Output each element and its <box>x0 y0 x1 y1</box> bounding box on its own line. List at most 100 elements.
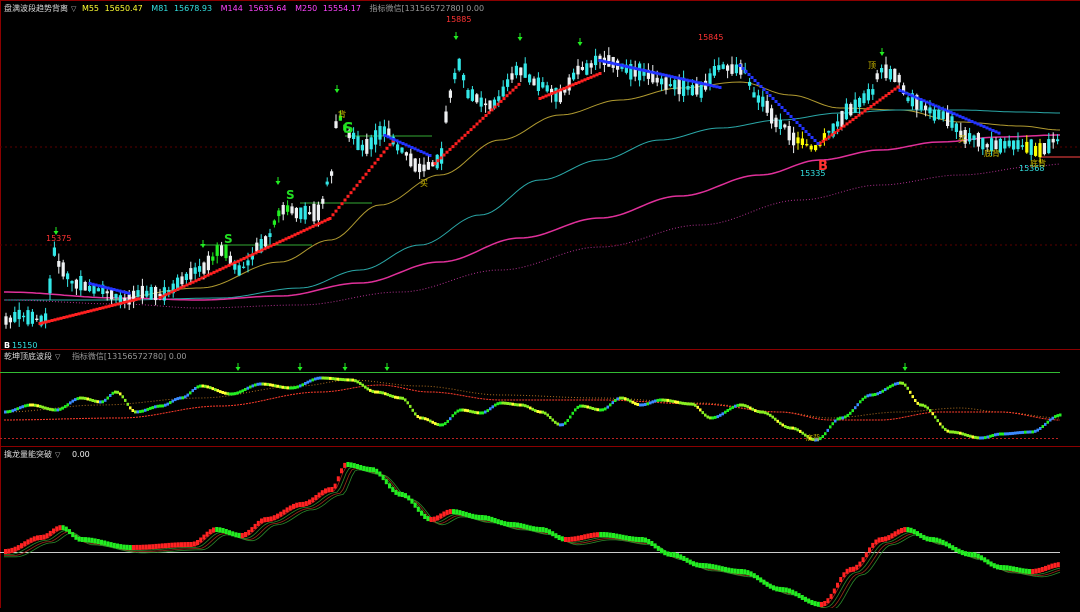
candle-body <box>52 247 56 256</box>
candle-body <box>404 152 408 156</box>
trend-up-dot <box>556 89 560 93</box>
osc-dot <box>569 415 572 419</box>
candle-body <box>519 67 523 76</box>
osc-dot <box>276 384 279 388</box>
candle-body <box>321 198 325 204</box>
vol-block <box>919 533 923 539</box>
osc-dot <box>601 408 604 412</box>
osc-dot <box>366 387 369 391</box>
osc-panel-header[interactable]: 乾坤顶底波段 ▽ 指标微信[13156572780] 0.00 <box>4 350 190 364</box>
vol-block <box>583 534 587 540</box>
vol-block <box>74 534 78 540</box>
vol-block <box>256 520 260 526</box>
trend-up-dot <box>119 301 123 305</box>
trend-up-dot <box>89 309 93 313</box>
vol-block <box>442 511 446 517</box>
candle-body <box>1042 143 1046 155</box>
vol-block <box>509 522 513 527</box>
osc-indicator-name[interactable]: 乾坤顶底波段 <box>4 352 52 361</box>
osc-dot <box>1031 430 1034 434</box>
candle-body <box>770 108 774 124</box>
trend-up-dot <box>538 97 542 100</box>
price-label: 15845 <box>698 33 723 42</box>
trend-down-dot <box>100 285 104 288</box>
vol-block <box>528 525 532 531</box>
osc-dot <box>126 402 129 406</box>
trend-down-dot <box>783 109 787 112</box>
vol-block <box>343 462 347 468</box>
osc-dot <box>641 403 644 407</box>
price-label: 15150 <box>12 341 37 350</box>
vol-block <box>852 566 855 572</box>
trend-down-dot <box>398 140 402 144</box>
vol-indicator-name[interactable]: 擒龙量能突破 <box>4 450 52 459</box>
chart-canvas[interactable]: 153751588515845151501533515368SSSBB背买顶底背… <box>0 0 1080 611</box>
osc-dot <box>454 411 457 415</box>
trend-down-dot <box>386 135 390 139</box>
osc-dot <box>626 398 629 402</box>
ma144-label: M144 15635.64 <box>220 4 287 13</box>
candle-body <box>35 318 39 320</box>
osc-dot <box>1029 430 1032 434</box>
candle-body <box>426 161 430 170</box>
osc-dot <box>89 398 92 402</box>
osc-dot <box>344 378 347 382</box>
trend-down-dot <box>795 121 799 124</box>
osc-dot <box>24 404 27 408</box>
vol-block <box>381 475 385 481</box>
osc-dot <box>939 422 942 426</box>
candle-body <box>140 285 144 299</box>
vol-block <box>519 523 523 529</box>
candle-body <box>673 80 677 90</box>
osc-dot <box>579 404 582 408</box>
osc-dot <box>349 378 352 382</box>
chart-stage[interactable]: 15375 15885 15845 15150 15335 15368 S S S B B 背买顶底背… <box>0 0 1080 611</box>
vol-block <box>672 552 676 558</box>
trend-up-dot <box>499 99 503 103</box>
main-panel-header[interactable]: 盘满波段趋势背离 ▽ M55 15650.47 M81 15678.93 M144… <box>4 2 487 16</box>
osc-dot <box>219 390 222 394</box>
main-indicator-name[interactable]: 盘满波段趋势背离 <box>4 4 68 13</box>
trend-up-dot <box>361 176 365 180</box>
candle-body <box>580 67 584 70</box>
osc-dot <box>464 408 467 412</box>
osc-dot <box>1054 415 1057 419</box>
osc-dot <box>4 410 7 414</box>
osc-dot <box>921 403 924 407</box>
candle-body <box>26 310 30 325</box>
vol-block <box>474 514 478 520</box>
trend-up-dot <box>337 205 341 209</box>
osc-dot <box>646 402 649 406</box>
trend-up-dot <box>311 224 315 228</box>
trend-down-dot <box>934 104 938 108</box>
chevron-down-icon[interactable]: ▽ <box>71 5 76 13</box>
candle-body <box>866 89 870 101</box>
osc-dot <box>786 426 789 429</box>
osc-dot <box>1039 427 1042 430</box>
candle-body <box>356 136 360 150</box>
osc-dot <box>451 414 454 418</box>
trend-down-dot <box>961 116 965 120</box>
vol-block <box>253 523 257 529</box>
chevron-down-icon[interactable]: ▽ <box>55 451 60 459</box>
vol-panel-header[interactable]: 擒龙量能突破 ▽ 0.00 <box>4 448 93 462</box>
osc-dot <box>249 385 252 389</box>
osc-dot <box>216 389 219 393</box>
vol-block <box>295 502 299 508</box>
vol-block <box>192 541 196 547</box>
candle-body <box>264 236 268 247</box>
trend-down-dot <box>637 67 641 71</box>
vol-block <box>893 531 897 537</box>
trend-up-dot <box>305 227 309 231</box>
chevron-down-icon[interactable]: ▽ <box>55 353 60 361</box>
candle-body <box>1051 138 1055 143</box>
candle-body <box>981 138 985 150</box>
osc-dot <box>916 401 919 405</box>
vol-block <box>900 528 903 533</box>
osc-dot <box>364 385 367 389</box>
osc-dot <box>541 410 544 414</box>
vol-block <box>535 526 539 532</box>
candle-body <box>136 290 140 297</box>
candle-body <box>180 276 184 285</box>
vol-block <box>845 568 849 574</box>
